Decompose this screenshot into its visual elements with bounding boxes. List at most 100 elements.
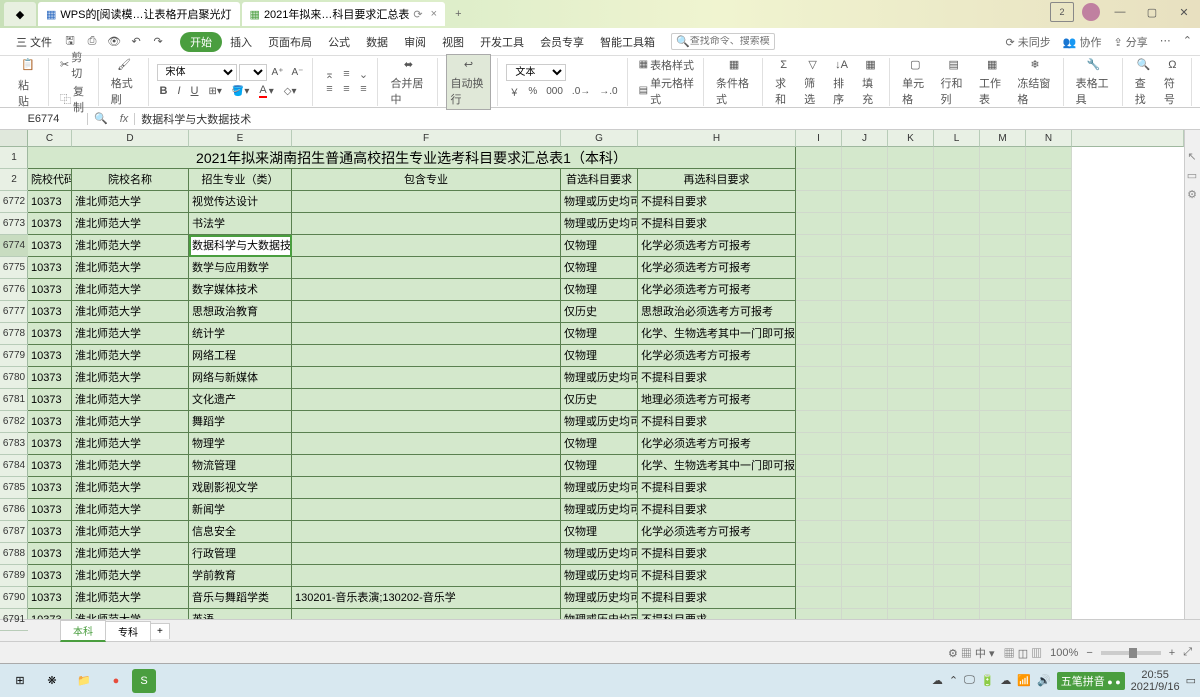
align-right[interactable]: ≡ — [355, 82, 371, 96]
search-input[interactable] — [690, 36, 770, 47]
close-icon[interactable]: × — [431, 8, 437, 20]
row-header[interactable]: 6790 — [0, 587, 28, 609]
italic-button[interactable]: I — [174, 83, 183, 99]
row-header[interactable]: 6779 — [0, 345, 28, 367]
col-header[interactable]: J — [842, 130, 888, 147]
merge-button[interactable]: ⬌合并居中 — [386, 55, 430, 109]
tray-cloud-icon[interactable]: ☁ — [932, 674, 943, 687]
table-row[interactable]: 10373淮北师范大学新闻学物理或历史均可不提科目要求 — [28, 499, 1072, 521]
paste-button[interactable]: 📋粘贴 — [14, 53, 42, 111]
sheet-add-button[interactable]: + — [150, 623, 170, 639]
inc-font-icon[interactable]: A⁺ — [269, 64, 287, 81]
fx-label[interactable]: fx — [114, 113, 136, 125]
row-header[interactable]: 6780 — [0, 367, 28, 389]
table-row[interactable]: 10373淮北师范大学音乐与舞蹈学类130201-音乐表演;130202-音乐学… — [28, 587, 1072, 609]
tray-onedrive-icon[interactable]: ☁ — [1000, 674, 1011, 687]
col-header[interactable]: I — [796, 130, 842, 147]
font-select[interactable]: 宋体 — [157, 64, 237, 81]
command-search[interactable]: 🔍 — [671, 33, 775, 50]
row-header[interactable]: 6789 — [0, 565, 28, 587]
task-wps[interactable]: S — [132, 669, 156, 693]
menu-review[interactable]: 审阅 — [396, 34, 434, 50]
select-icon[interactable]: ▭ — [1187, 169, 1197, 182]
menu-formula[interactable]: 公式 — [320, 34, 358, 50]
tab-add-button[interactable]: + — [447, 8, 469, 20]
menu-smart[interactable]: 智能工具箱 — [592, 34, 663, 50]
share-button[interactable]: ⇪ 分享 — [1114, 34, 1148, 50]
table-row[interactable]: 10373淮北师范大学英语物理或历史均可不提科目要求 — [28, 609, 1072, 619]
name-box[interactable]: E6774 — [0, 113, 88, 125]
grid-body[interactable]: 2021年拟来湖南招生普通高校招生专业选考科目要求汇总表1（本科）院校代码院校名… — [28, 147, 1184, 619]
avatar-icon[interactable] — [1082, 3, 1100, 21]
row-header[interactable]: 6775 — [0, 257, 28, 279]
tab-refresh-icon[interactable]: ⟳ — [413, 8, 422, 21]
window-count[interactable]: 2 — [1050, 2, 1074, 22]
wrap-button[interactable]: ↩自动换行 — [446, 54, 492, 110]
col-header[interactable]: L — [934, 130, 980, 147]
sheet-button[interactable]: ▦工作表 — [975, 55, 1009, 109]
fill-color-button[interactable]: 🪣▾ — [229, 83, 252, 99]
sort-button[interactable]: ↓A排序 — [829, 55, 854, 109]
task-chrome[interactable]: ● — [100, 667, 132, 695]
sum-button[interactable]: Σ求和 — [771, 55, 796, 109]
col-header[interactable]: E — [189, 130, 292, 147]
tray-volume-icon[interactable]: 🔊 — [1037, 674, 1051, 687]
table-row[interactable]: 10373淮北师范大学数学与应用数学仅物理化学必须选考方可报考 — [28, 257, 1072, 279]
row-header[interactable]: 6772 — [0, 191, 28, 213]
table-row[interactable]: 10373淮北师范大学视觉传达设计物理或历史均可不提科目要求 — [28, 191, 1072, 213]
row-header[interactable]: 6786 — [0, 499, 28, 521]
row-header[interactable]: 6774 — [0, 235, 28, 257]
minimize-button[interactable]: — — [1108, 2, 1132, 22]
format-painter[interactable]: 🖌格式刷 — [107, 55, 142, 109]
col-header[interactable]: M — [980, 130, 1026, 147]
sheet-tab-2[interactable]: 专科 — [105, 621, 151, 641]
col-header[interactable]: F — [292, 130, 561, 147]
preview-icon[interactable]: 👁 — [104, 32, 124, 52]
align-mid[interactable]: ≡ — [338, 67, 354, 81]
comma-button[interactable]: 000 — [543, 83, 566, 100]
col-header[interactable]: C — [28, 130, 72, 147]
dec-inc-button[interactable]: .0→ — [569, 83, 593, 100]
row-header[interactable]: 6777 — [0, 301, 28, 323]
tray-up-icon[interactable]: ⌃ — [949, 674, 958, 687]
name-dropdown-icon[interactable]: 🔍 — [88, 112, 114, 125]
table-row[interactable]: 10373淮北师范大学学前教育物理或历史均可不提科目要求 — [28, 565, 1072, 587]
sheet-tab-1[interactable]: 本科 — [60, 620, 106, 642]
ime-indicator[interactable]: 五笔拼音 ● ● — [1057, 672, 1125, 690]
currency-button[interactable]: ￥ — [506, 83, 522, 100]
expand-icon[interactable]: ⤢ — [1183, 646, 1192, 659]
more-icon[interactable]: ⋯ — [1160, 34, 1171, 50]
row-header[interactable]: 6778 — [0, 323, 28, 345]
copy-button[interactable]: ⿻复制 — [57, 82, 92, 116]
underline-button[interactable]: U — [188, 83, 202, 99]
task-app1[interactable]: ❋ — [36, 667, 68, 695]
tab-home[interactable]: ◆ — [4, 2, 36, 26]
table-tool-button[interactable]: 🔧表格工具 — [1072, 55, 1116, 109]
cond-format-button[interactable]: ▦条件格式 — [712, 55, 756, 109]
border-button[interactable]: ⊞▾ — [206, 83, 225, 99]
table-row[interactable]: 10373淮北师范大学统计学仅物理化学、生物选考其中一门即可报考 — [28, 323, 1072, 345]
font-color-button[interactable]: A▾ — [256, 83, 276, 99]
table-row[interactable]: 10373淮北师范大学戏剧影视文学物理或历史均可不提科目要求 — [28, 477, 1072, 499]
dec-font-icon[interactable]: A⁻ — [288, 64, 306, 81]
table-row[interactable]: 10373淮北师范大学网络工程仅物理化学必须选考方可报考 — [28, 345, 1072, 367]
freeze-button[interactable]: ❄冻结窗格 — [1013, 55, 1056, 109]
bold-button[interactable]: B — [157, 83, 171, 99]
row-header[interactable]: 6773 — [0, 213, 28, 235]
cell-button[interactable]: ▢单元格 — [898, 55, 932, 109]
table-row[interactable]: 10373淮北师范大学舞蹈学物理或历史均可不提科目要求 — [28, 411, 1072, 433]
collab-button[interactable]: 👥 协作 — [1063, 34, 1102, 50]
chevron-up-icon[interactable]: ⌃ — [1183, 34, 1192, 50]
row-header[interactable]: 6788 — [0, 543, 28, 565]
zoom-level[interactable]: 100% — [1050, 647, 1078, 659]
task-folder[interactable]: 📁 — [68, 667, 100, 695]
col-header[interactable]: G — [561, 130, 638, 147]
table-row[interactable]: 10373淮北师范大学行政管理物理或历史均可不提科目要求 — [28, 543, 1072, 565]
zoom-slider[interactable] — [1101, 651, 1161, 655]
find-button[interactable]: 🔍查找 — [1131, 55, 1156, 109]
row-header[interactable]: 6783 — [0, 433, 28, 455]
tab-doc2[interactable]: ▦ 2021年拟来…科目要求汇总表 ⟳ × — [242, 2, 446, 26]
table-row[interactable]: 10373淮北师范大学信息安全仅物理化学必须选考方可报考 — [28, 521, 1072, 543]
select-all-corner[interactable] — [0, 130, 28, 147]
row-header[interactable]: 6784 — [0, 455, 28, 477]
